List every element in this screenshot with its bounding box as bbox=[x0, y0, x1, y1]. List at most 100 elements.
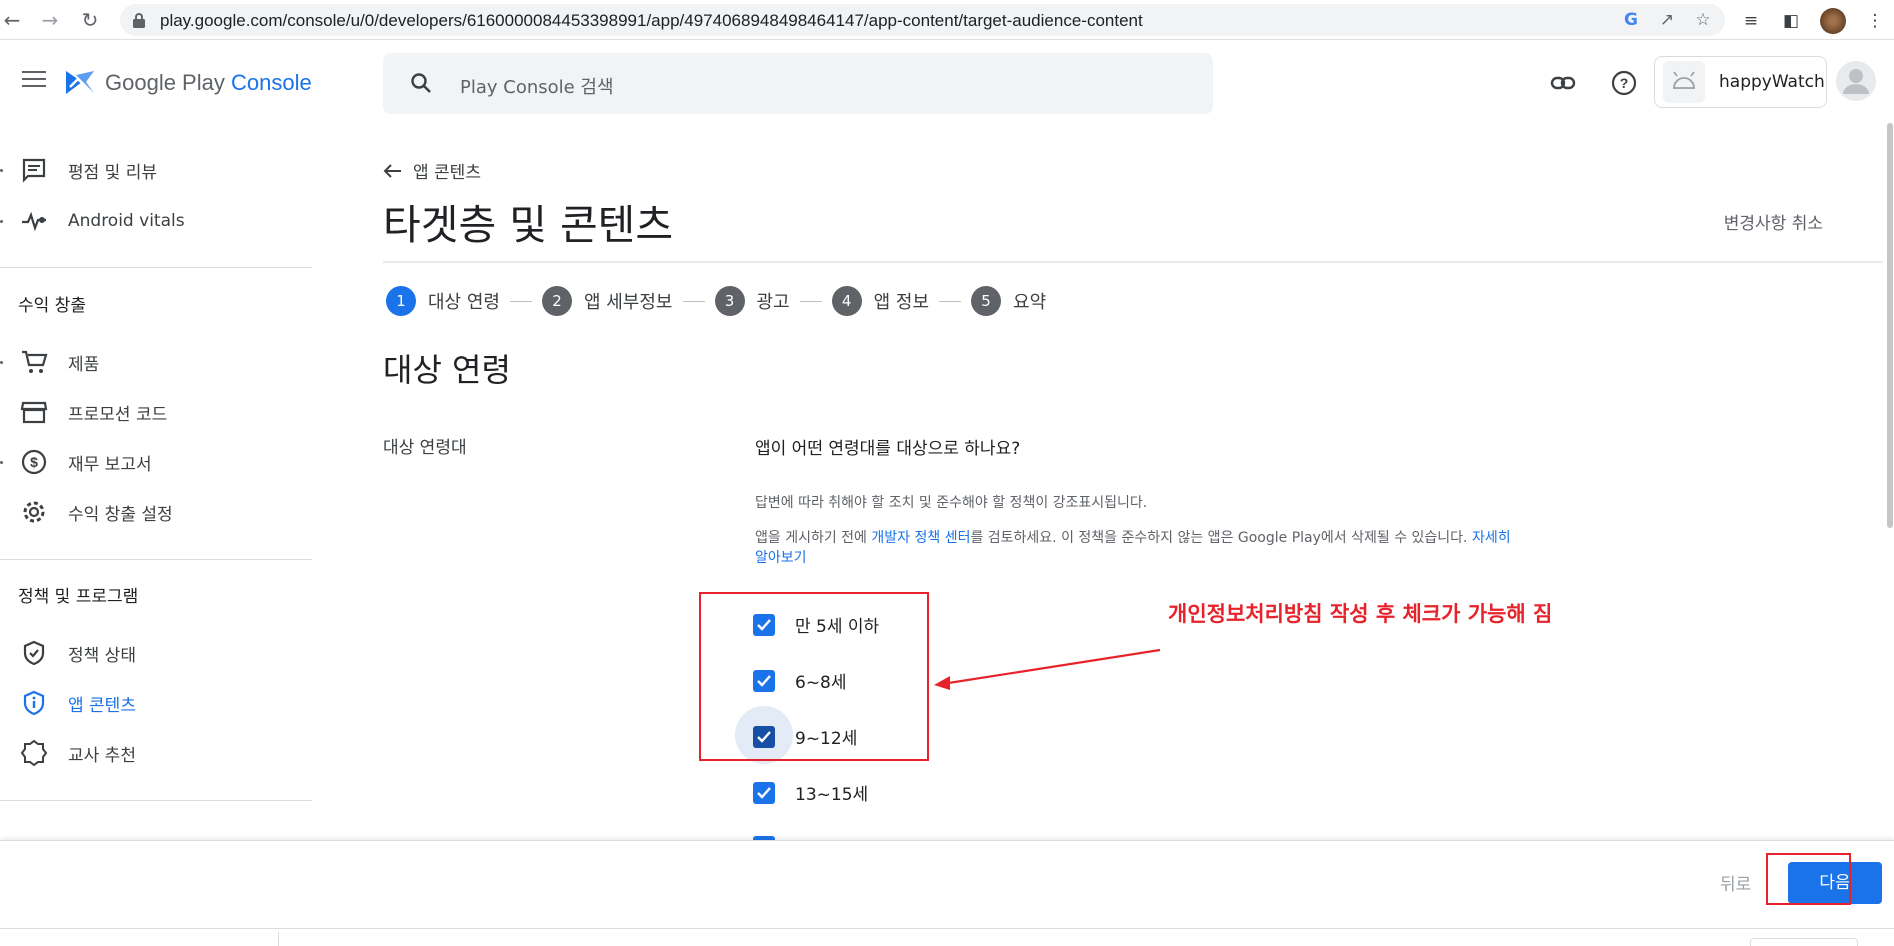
bottom-action-bar: 뒤로 다음 bbox=[0, 840, 1894, 928]
review-icon bbox=[22, 158, 46, 183]
arrow-left-icon bbox=[383, 163, 401, 178]
sidebar-item-label: 앱 콘텐츠 bbox=[68, 695, 136, 716]
age-option-13-15[interactable]: 13~15세 bbox=[753, 780, 868, 805]
logo-main-text: Google Play bbox=[105, 70, 231, 95]
step-summary[interactable]: 5 요약 bbox=[971, 286, 1046, 316]
sidebar-item-label: 평점 및 리뷰 bbox=[68, 162, 158, 183]
sidebar-item-promo-codes[interactable]: 프로모션 코드 bbox=[0, 390, 312, 434]
title-divider bbox=[383, 261, 1883, 263]
lock-icon bbox=[133, 13, 145, 28]
discard-changes-button[interactable]: 변경사항 취소 bbox=[1724, 209, 1823, 234]
vitals-icon bbox=[22, 211, 46, 232]
share-icon[interactable]: ↗ bbox=[1657, 10, 1677, 30]
reload-icon[interactable]: ↻ bbox=[78, 8, 102, 32]
step-label: 광고 bbox=[756, 292, 790, 313]
side-panel-icon[interactable]: ◧ bbox=[1780, 10, 1802, 32]
section-title: 대상 연령 bbox=[383, 351, 511, 389]
star-icon[interactable]: ☆ bbox=[1693, 10, 1713, 30]
dollar-icon: $ bbox=[21, 449, 47, 475]
back-arrow-icon[interactable]: ← bbox=[0, 8, 24, 32]
badge-icon bbox=[20, 739, 48, 767]
step-label: 앱 세부정보 bbox=[583, 292, 673, 313]
annotation-highlight-box bbox=[699, 592, 929, 761]
annotation-arrow-icon bbox=[934, 648, 1161, 690]
policy-notice: 앱을 게시하기 전에 개발자 정책 센터를 검토하세요. 이 정책을 준수하지 … bbox=[755, 528, 1515, 568]
svg-text:$: $ bbox=[30, 454, 38, 470]
sidebar-item-label: 재무 보고서 bbox=[68, 454, 152, 475]
sidebar-item-reviews[interactable]: 평점 및 리뷰 bbox=[0, 148, 312, 192]
checkbox-checked[interactable] bbox=[753, 781, 775, 804]
step-connector bbox=[939, 300, 962, 302]
age-question: 앱이 어떤 연령대를 대상으로 하나요? bbox=[755, 439, 1021, 459]
help-icon[interactable]: ? bbox=[1610, 69, 1638, 97]
step-number: 4 bbox=[831, 286, 862, 316]
annotation-next-box bbox=[1766, 853, 1851, 905]
sidebar-item-label: 정책 상태 bbox=[68, 645, 136, 666]
sidebar-item-app-content[interactable]: 앱 콘텐츠 bbox=[0, 681, 312, 725]
user-avatar[interactable] bbox=[1836, 61, 1876, 101]
step-app-info[interactable]: 4 앱 정보 bbox=[831, 286, 930, 316]
google-icon[interactable]: G bbox=[1621, 10, 1641, 30]
account-switcher[interactable]: happyWatch bbox=[1654, 56, 1827, 108]
sidebar-item-android-vitals[interactable]: Android vitals bbox=[0, 199, 312, 243]
store-icon bbox=[20, 401, 48, 424]
policy-text-after: 를 검토하세요. 이 정책을 준수하지 않는 앱은 Google Play에서 … bbox=[970, 530, 1472, 546]
more-menu-icon[interactable]: ⋮ bbox=[1864, 10, 1886, 32]
step-ads[interactable]: 3 광고 bbox=[714, 286, 790, 316]
sidebar-item-teacher-approved[interactable]: 교사 추천 bbox=[0, 731, 312, 775]
account-name: happyWatch bbox=[1719, 72, 1825, 92]
profile-avatar[interactable] bbox=[1820, 8, 1846, 34]
developer-policy-center-link[interactable]: 개발자 정책 센터 bbox=[871, 530, 970, 546]
sidebar-nav: 평점 및 리뷰 Android vitals 수익 창출 제품 프로모션 코드 … bbox=[0, 123, 312, 840]
back-to-app-content-link[interactable]: 앱 콘텐츠 bbox=[383, 158, 481, 183]
android-app-icon bbox=[1663, 61, 1705, 103]
sidebar-item-monetization-setup[interactable]: 수익 창출 설정 bbox=[0, 490, 312, 534]
reading-list-icon[interactable]: ≡ bbox=[1740, 10, 1762, 32]
sidebar-item-policy-status[interactable]: 정책 상태 bbox=[0, 631, 312, 675]
cart-icon bbox=[22, 350, 48, 373]
step-app-details[interactable]: 2 앱 세부정보 bbox=[541, 286, 673, 316]
helper-text: 답변에 따라 취해야 할 조치 및 준수해야 할 정책이 강조표시됩니다. bbox=[755, 495, 1148, 511]
step-label: 앱 정보 bbox=[873, 292, 930, 313]
step-connector bbox=[509, 300, 532, 302]
app-header: Google Play Console Play Console 검색 ? ha… bbox=[0, 41, 1894, 123]
back-button[interactable]: 뒤로 bbox=[1720, 870, 1751, 895]
search-placeholder: Play Console 검색 bbox=[460, 77, 614, 98]
url-text: play.google.com/console/u/0/developers/6… bbox=[160, 11, 1143, 30]
field-label: 대상 연령대 bbox=[383, 438, 467, 458]
sidebar-item-label: 수익 창출 설정 bbox=[68, 504, 173, 525]
step-number: 1 bbox=[386, 286, 416, 316]
sidebar-item-label: 제품 bbox=[68, 354, 100, 375]
sidebar-divider bbox=[0, 800, 312, 801]
step-connector bbox=[682, 300, 705, 302]
stepper: 1 대상 연령 2 앱 세부정보 3 광고 4 앱 정보 5 요약 bbox=[386, 285, 1046, 317]
step-target-age[interactable]: 1 대상 연령 bbox=[386, 286, 500, 316]
annotation-note: 개인정보처리방침 작성 후 체크가 가능해 짐 bbox=[1168, 602, 1553, 626]
address-bar[interactable]: play.google.com/console/u/0/developers/6… bbox=[120, 4, 1725, 36]
footer-divider bbox=[278, 932, 279, 946]
step-connector bbox=[799, 300, 822, 302]
play-console-logo-icon bbox=[66, 71, 94, 94]
menu-icon[interactable] bbox=[22, 71, 46, 89]
sidebar-item-products[interactable]: 제품 bbox=[0, 340, 312, 384]
search-icon bbox=[411, 73, 431, 93]
forward-arrow-icon[interactable]: → bbox=[38, 8, 62, 32]
back-link-label: 앱 콘텐츠 bbox=[413, 163, 481, 183]
age-option-label: 13~15세 bbox=[795, 785, 869, 805]
sidebar-item-financial-reports[interactable]: $ 재무 보고서 bbox=[0, 440, 312, 484]
footer-strip bbox=[0, 928, 1894, 946]
step-label: 요약 bbox=[1013, 292, 1047, 313]
shield-info-icon bbox=[23, 690, 45, 716]
link-icon[interactable] bbox=[1549, 69, 1577, 97]
sidebar-item-label: Android vitals bbox=[68, 211, 185, 231]
step-label: 대상 연령 bbox=[428, 292, 500, 313]
scrollbar[interactable] bbox=[1887, 123, 1893, 528]
sidebar-section-policy: 정책 및 프로그램 bbox=[18, 587, 139, 607]
page-title: 타겟층 및 콘텐츠 bbox=[383, 201, 674, 249]
footer-tab bbox=[1750, 938, 1858, 946]
logo-accent-text: Console bbox=[230, 70, 312, 95]
sidebar-section-monetize: 수익 창출 bbox=[18, 296, 86, 316]
search-input[interactable]: Play Console 검색 bbox=[383, 53, 1213, 114]
main-content: 앱 콘텐츠 타겟층 및 콘텐츠 변경사항 취소 1 대상 연령 2 앱 세부정보… bbox=[383, 123, 1883, 858]
step-number: 2 bbox=[541, 286, 572, 316]
